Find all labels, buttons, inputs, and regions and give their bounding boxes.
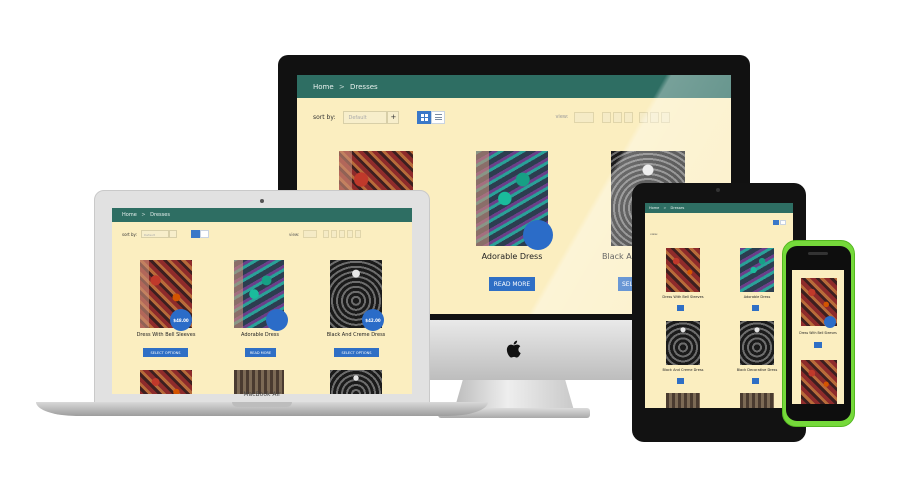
pager-box[interactable] (339, 230, 346, 238)
shop-toolbar: sort by: Default view: (112, 222, 412, 246)
view-label: view: (650, 232, 658, 236)
sort-label: sort by: (122, 231, 137, 237)
grid-view-button[interactable] (190, 230, 200, 238)
sort-select-value: Default (143, 233, 155, 237)
apple-logo-icon (506, 340, 521, 358)
product-title[interactable]: Black Decorative Dress (727, 368, 787, 372)
pager-box[interactable] (323, 230, 330, 238)
pager-box[interactable] (602, 111, 612, 123)
camera-icon (716, 188, 720, 192)
product-image[interactable] (666, 321, 700, 365)
price-text: $48.00 (173, 317, 189, 323)
product-title[interactable]: Black And Creme Dress (653, 368, 713, 372)
product-image[interactable] (666, 248, 700, 292)
breadcrumb: Home > Dresses (649, 206, 684, 210)
product-action-button[interactable] (752, 305, 759, 311)
phone-screen: Dress With Bell Sleeves (792, 270, 844, 404)
button-label: SELECT OPTIONS (341, 350, 372, 355)
grid-view-button[interactable] (417, 110, 432, 124)
pager-box[interactable] (661, 111, 671, 123)
product-image[interactable] (801, 360, 837, 404)
pager-box[interactable] (347, 230, 354, 238)
breadcrumb-current: Dresses (350, 82, 378, 91)
view-label: view: (288, 231, 300, 237)
price-badge: $42.00 (362, 309, 384, 331)
product-image[interactable] (140, 370, 192, 394)
macbook-notch (232, 402, 292, 407)
button-label: READ MORE (493, 280, 531, 288)
product-image[interactable] (740, 321, 774, 365)
pager-box[interactable] (624, 111, 634, 123)
breadcrumb-separator: > (338, 82, 345, 91)
breadcrumb-current: Dresses (150, 212, 170, 218)
sort-label: sort by: (313, 113, 336, 121)
sort-direction-button[interactable]: + (387, 110, 400, 124)
sort-select-value: Default (348, 114, 367, 121)
sort-select[interactable]: Default (343, 110, 388, 124)
product-image[interactable] (740, 248, 774, 292)
select-options-button[interactable]: SELECT OPTIONS (143, 348, 188, 357)
product-title[interactable]: Black And Creme Dress (311, 332, 401, 338)
breadcrumb-separator: > (663, 206, 667, 210)
price-badge (523, 220, 553, 250)
product-title[interactable]: Adorable Dress (216, 332, 304, 338)
breadcrumb-home[interactable]: Home (313, 83, 334, 91)
product-title[interactable]: Dress With Bell Sleeves (653, 295, 713, 299)
sort-direction-button[interactable] (168, 230, 177, 238)
pager-box[interactable] (650, 111, 660, 123)
breadcrumb-home[interactable]: Home (122, 212, 137, 218)
camera-icon (260, 199, 264, 203)
view-label: view: (555, 114, 569, 120)
product-title[interactable]: Dress With Bell Sleeves (792, 331, 844, 335)
sort-select[interactable]: Default (140, 230, 169, 238)
price-text: $42.00 (365, 317, 381, 323)
pager-box[interactable] (639, 111, 649, 123)
grid-icon (420, 113, 428, 121)
read-more-button[interactable]: READ MORE (245, 348, 276, 357)
product-image[interactable] (666, 393, 700, 408)
product-action-button[interactable] (814, 342, 822, 348)
product-action-button[interactable] (677, 378, 684, 384)
macbook-label: MacBook Air (243, 391, 281, 398)
grid-view-button[interactable] (773, 220, 779, 225)
site-header: Home > Dresses (297, 75, 731, 98)
breadcrumb-separator: > (141, 212, 146, 218)
site-header: Home > Dresses (645, 203, 793, 213)
breadcrumb: Home > Dresses (122, 212, 170, 218)
read-more-button[interactable]: READ MORE (489, 277, 535, 291)
per-page-select[interactable] (303, 230, 318, 238)
product-image[interactable] (330, 370, 382, 394)
macbook-screen: Home > Dresses sort by: Default view: $4… (112, 208, 412, 394)
breadcrumb-home[interactable]: Home (649, 206, 659, 210)
breadcrumb-current: Dresses (670, 206, 685, 210)
site-header: Home > Dresses (112, 208, 412, 222)
price-badge (824, 316, 836, 328)
per-page-select[interactable] (574, 111, 595, 123)
ipad-screen: Home > Dresses view: Dress With Bell Sle… (645, 203, 793, 408)
list-view-button[interactable] (199, 230, 209, 238)
product-image[interactable] (740, 393, 774, 408)
shop-toolbar: sort by: Default + view: (297, 98, 731, 136)
pager-box[interactable] (613, 111, 623, 123)
button-label: READ MORE (249, 350, 272, 355)
list-icon (434, 114, 442, 120)
select-options-button[interactable]: SELECT OPTIONS (334, 348, 379, 357)
product-title[interactable]: Adorable Dress (467, 252, 557, 261)
product-action-button[interactable] (752, 378, 759, 384)
pager-box[interactable] (331, 230, 338, 238)
product-title[interactable]: Dress With Bell Sleeves (122, 332, 210, 338)
list-view-button[interactable] (780, 220, 786, 225)
speaker-icon (808, 252, 828, 255)
price-badge: $48.00 (170, 309, 192, 331)
product-action-button[interactable] (677, 305, 684, 311)
breadcrumb: Home > Dresses (313, 83, 378, 91)
button-label: SELECT OPTIONS (150, 350, 181, 355)
list-view-button[interactable] (431, 110, 446, 124)
product-title[interactable]: Adorable Dress (727, 295, 787, 299)
price-badge (266, 309, 288, 331)
pager-box[interactable] (355, 230, 362, 238)
